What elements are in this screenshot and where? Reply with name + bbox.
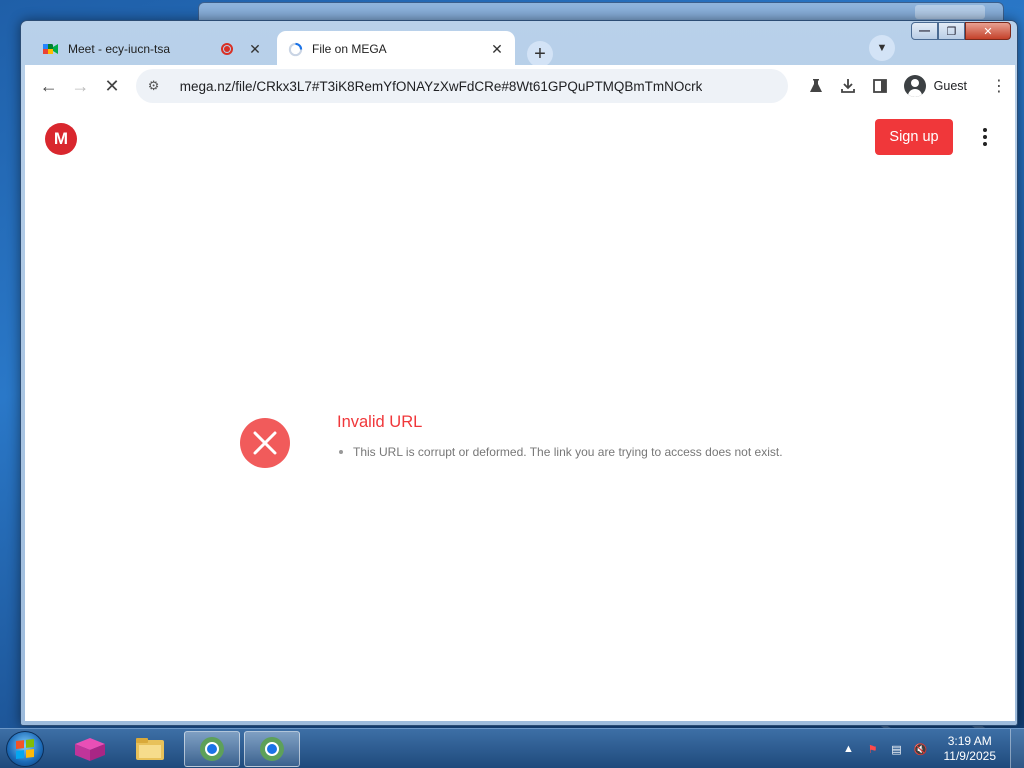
minimize-button[interactable]: — — [911, 22, 938, 40]
error-title: Invalid URL — [337, 413, 423, 431]
clock-date: 11/9/2025 — [943, 749, 997, 763]
download-icon[interactable] — [832, 70, 864, 102]
labs-flask-icon[interactable] — [800, 70, 832, 102]
tab-strip: Meet - ecy-iucn-tsa ✕ File on MEGA ✕ + — [25, 29, 907, 69]
clock[interactable]: 3:19 AM 11/9/2025 — [944, 734, 997, 764]
taskbar: ▲ ⚑ ▤ 🔇 3:19 AM 11/9/2025 — [0, 728, 1024, 768]
stop-loading-button[interactable]: ✕ — [96, 70, 128, 102]
more-options-icon[interactable] — [975, 125, 995, 149]
clock-time: 3:19 AM — [947, 734, 992, 748]
new-tab-button[interactable]: + — [527, 41, 553, 67]
side-panel-icon[interactable] — [864, 70, 896, 102]
google-meet-icon — [43, 41, 59, 57]
chrome-menu-icon[interactable]: ⋮ — [983, 70, 1015, 102]
network-icon[interactable]: ▤ — [888, 741, 906, 757]
start-button[interactable] — [6, 731, 44, 767]
window-controls: — ❐ ✕ — [911, 22, 1011, 40]
recording-indicator-icon — [221, 43, 233, 55]
volume-muted-icon[interactable]: 🔇 — [912, 741, 930, 757]
taskbar-explorer-icon[interactable] — [122, 731, 178, 767]
action-center-flag-icon[interactable]: ⚑ — [864, 741, 882, 757]
tab-search-button[interactable]: ▼ — [869, 35, 895, 61]
bullet-icon — [339, 450, 343, 454]
guest-avatar-icon — [903, 75, 926, 97]
close-tab-icon[interactable]: ✕ — [247, 41, 263, 58]
loading-spinner-icon — [287, 41, 303, 57]
taskbar-chrome-window-1[interactable] — [184, 731, 240, 767]
sign-up-button[interactable]: Sign up — [875, 119, 953, 155]
web-page: M Sign up Invalid URL This URL is corrup… — [25, 107, 1015, 721]
tab-title: File on MEGA — [312, 42, 387, 56]
taskbar-chrome-window-2[interactable] — [244, 731, 300, 767]
close-tab-icon[interactable]: ✕ — [489, 41, 505, 58]
address-bar[interactable]: ⚙ mega.nz/file/CRkx3L7#T3iK8RemYfONAYzXw… — [135, 69, 788, 103]
url-text[interactable]: mega.nz/file/CRkx3L7#T3iK8RemYfONAYzXwFd… — [180, 79, 703, 94]
tab-mega[interactable]: File on MEGA ✕ — [277, 31, 515, 67]
tab-title: Meet - ecy-iucn-tsa — [68, 42, 171, 56]
browser-window: — ❐ ✕ Meet - ecy-iucn-tsa ✕ File on MEGA… — [20, 20, 1018, 726]
show-hidden-icons-icon[interactable]: ▲ — [840, 741, 858, 757]
close-window-button[interactable]: ✕ — [965, 22, 1011, 40]
site-info-icon[interactable]: ⚙ — [148, 78, 166, 94]
back-button[interactable]: ← — [33, 70, 65, 102]
windows-logo-icon — [16, 739, 34, 759]
tab-meet[interactable]: Meet - ecy-iucn-tsa ✕ — [33, 31, 273, 67]
profile-label: Guest — [933, 79, 968, 93]
toolbar-actions: Guest ⋮ — [800, 70, 1015, 102]
show-desktop-button[interactable] — [1010, 729, 1024, 768]
maximize-button[interactable]: ❐ — [938, 22, 965, 40]
error-x-icon — [240, 418, 290, 468]
system-tray: ▲ ⚑ ▤ 🔇 3:19 AM 11/9/2025 — [840, 729, 997, 768]
browser-toolbar: ← → ✕ ⚙ mega.nz/file/CRkx3L7#T3iK8RemYfO… — [25, 65, 1015, 107]
background-window-controls[interactable] — [915, 5, 985, 19]
error-message-text: This URL is corrupt or deformed. The lin… — [353, 445, 783, 459]
taskbar-app-box-icon[interactable] — [62, 731, 118, 767]
forward-button[interactable]: → — [65, 70, 97, 102]
error-message: This URL is corrupt or deformed. The lin… — [339, 445, 783, 459]
profile-button[interactable]: Guest — [899, 72, 976, 100]
mega-logo[interactable]: M — [45, 123, 77, 155]
